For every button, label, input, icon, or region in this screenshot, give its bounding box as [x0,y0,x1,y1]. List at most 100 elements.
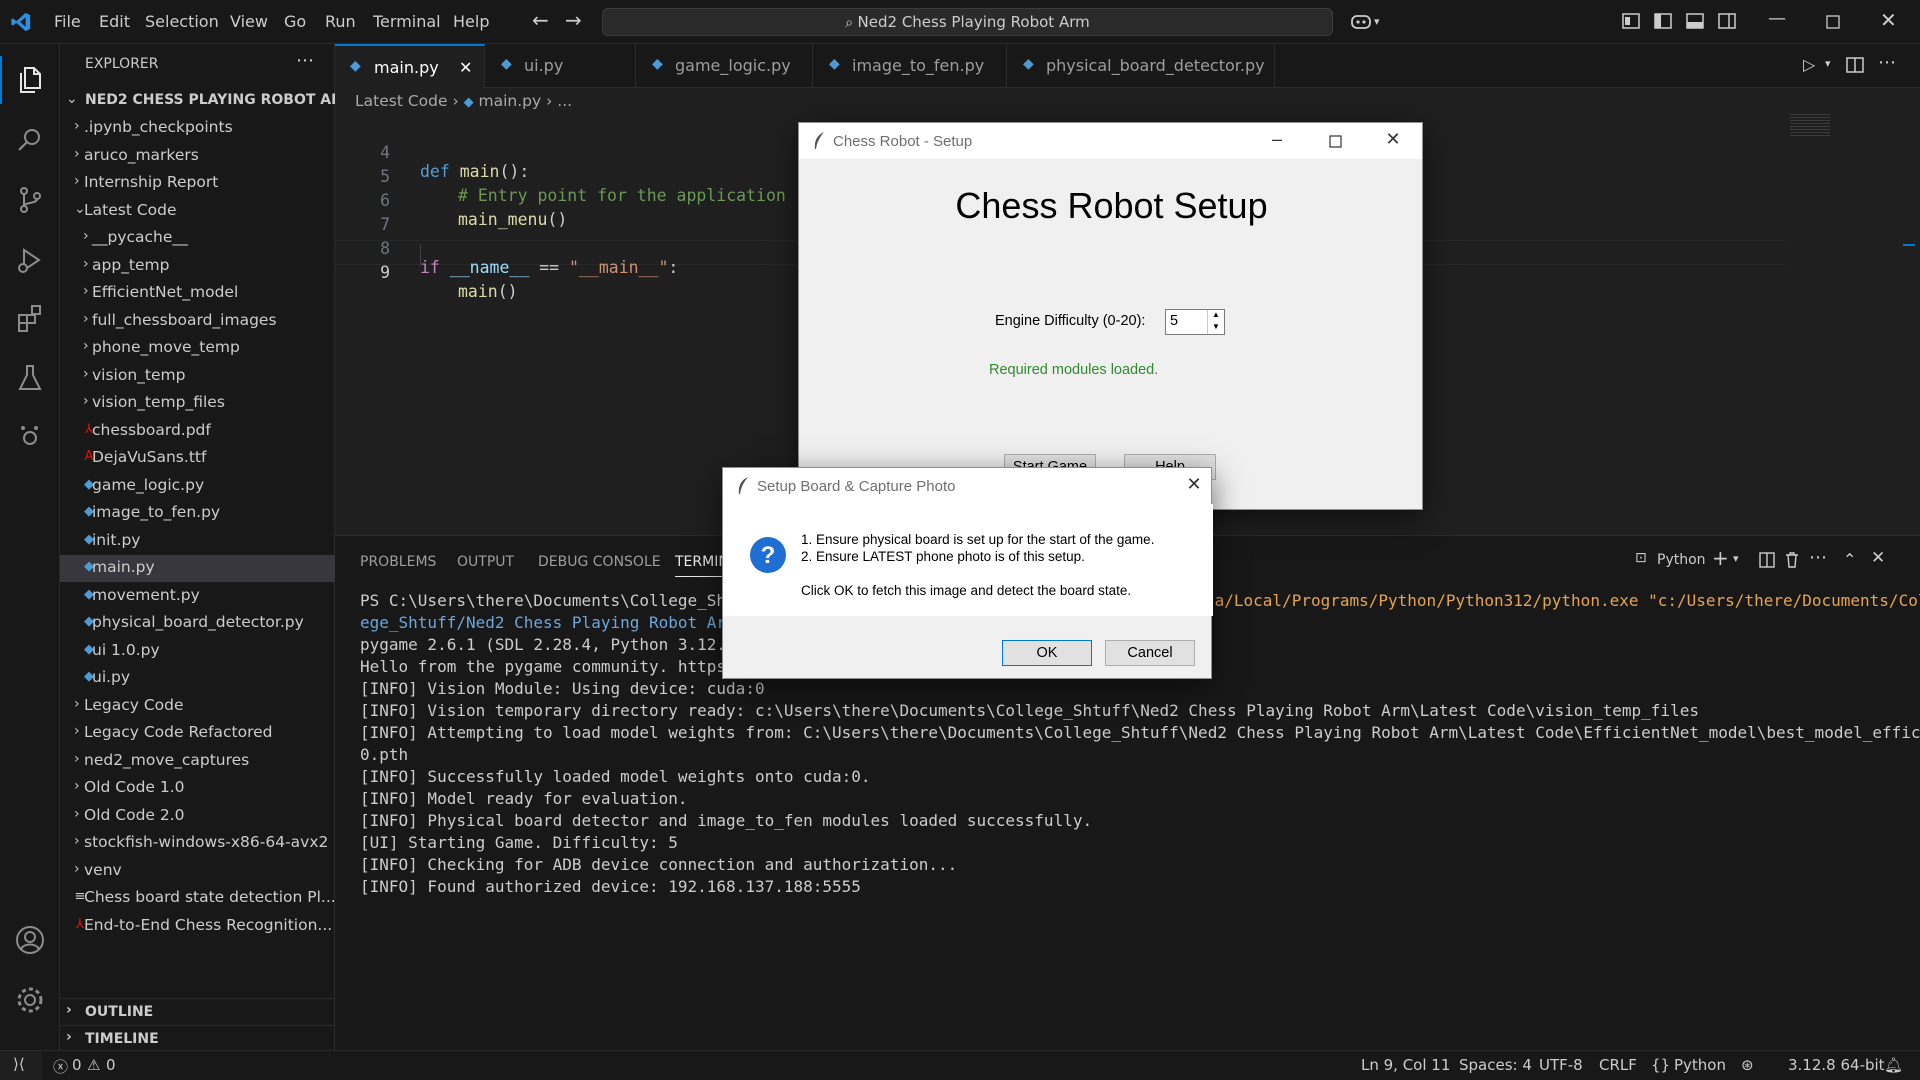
tree-item[interactable]: › ned2_move_captures [60,748,335,775]
tree-item[interactable]: ⌄ Latest Code [60,198,335,225]
tree-item[interactable]: › __pycache__ [60,225,335,252]
cancel-button[interactable]: Cancel [1105,640,1195,666]
menu-file[interactable]: File [54,12,81,31]
capture-dialog-titlebar[interactable]: Setup Board & Capture Photo ✕ [723,468,1211,504]
language-mode[interactable]: Python [1674,1056,1726,1074]
split-terminal-icon[interactable] [1759,552,1775,568]
tab-main-py[interactable]: ◆ main.py ✕ [335,44,485,88]
menu-terminal[interactable]: Terminal [373,12,441,31]
customize-layout-icon[interactable] [1622,13,1640,29]
indentation[interactable]: Spaces: 4 [1459,1056,1532,1074]
tree-item[interactable]: › Internship Report [60,170,335,197]
close-window-icon[interactable]: ✕ [1880,8,1902,32]
tree-item[interactable]: › stockfish-windows-x86-64-avx2 [60,830,335,857]
tree-item[interactable]: ◆ init.py [60,528,335,555]
source-control-icon[interactable] [14,184,46,216]
tab-image-to-fen-py[interactable]: ◆ image_to_fen.py [813,44,1007,88]
close-window-icon[interactable]: ✕ [1381,129,1405,153]
trash-icon[interactable] [1785,551,1799,568]
menu-edit[interactable]: Edit [99,12,130,31]
tab-debug-console[interactable]: DEBUG CONSOLE [538,554,661,570]
error-count[interactable]: 0 [72,1056,82,1074]
tree-item[interactable]: › .ipynb_checkpoints [60,115,335,142]
tree-item[interactable]: ◆ main.py [60,555,335,582]
tab-output[interactable]: OUTPUT [457,554,514,570]
timeline-section[interactable]: › TIMELINE [60,1025,335,1052]
minimize-icon[interactable]: – [1265,129,1289,153]
search-icon[interactable] [14,124,46,156]
copilot-icon[interactable]: ⊛ [1741,1056,1754,1074]
tree-item[interactable]: › phone_move_temp [60,335,335,362]
errors-icon[interactable]: ⓧ [53,1056,68,1077]
explorer-root[interactable]: ⌄ NED2 CHESS PLAYING ROBOT ARM [60,88,335,115]
explorer-files-icon[interactable] [14,64,46,96]
more-actions-icon[interactable]: ⋯ [296,50,314,71]
remote-explorer-icon[interactable] [14,420,46,452]
tab-problems[interactable]: PROBLEMS [360,554,436,570]
toggle-sidebar-icon[interactable] [1654,13,1672,29]
command-center-search[interactable]: ⌕ Ned2 Chess Playing Robot Arm [602,8,1333,36]
tab-physical-board-detector-py[interactable]: ◆ physical_board_detector.py [1007,44,1275,88]
run-debug-icon[interactable] [14,244,46,276]
tree-item[interactable]: ◆ physical_board_detector.py [60,610,335,637]
tree-item[interactable]: ◆ ui.py [60,665,335,692]
minimize-icon[interactable]: — [1768,8,1790,30]
tree-item[interactable]: › Old Code 2.0 [60,803,335,830]
notifications-bell-icon[interactable]: 🔔︎ [1884,1056,1903,1074]
tree-item[interactable]: › Old Code 1.0 [60,775,335,802]
tree-item[interactable]: › vision_temp [60,363,335,390]
maximize-panel-icon[interactable]: ⌃ [1843,550,1856,569]
chevron-down-icon[interactable]: ▾ [1825,57,1831,70]
tree-item[interactable]: ≡ Chess board state detection Pl... [60,885,335,912]
tree-item[interactable]: › Legacy Code Refactored [60,720,335,747]
more-actions-icon[interactable]: ⋯ [1809,547,1827,568]
split-editor-icon[interactable] [1846,57,1864,73]
menu-go[interactable]: Go [284,12,306,31]
tree-item[interactable]: › venv [60,858,335,885]
close-panel-icon[interactable]: ✕ [1871,548,1885,568]
tab-ui-py[interactable]: ◆ ui.py [485,44,636,88]
ok-button[interactable]: OK [1002,640,1092,666]
toggle-panel-icon[interactable] [1686,13,1704,29]
spin-up-icon[interactable]: ▲ [1207,310,1224,322]
minimap[interactable] [1790,114,1830,136]
tree-item[interactable]: › app_temp [60,253,335,280]
settings-gear-icon[interactable] [14,984,46,1016]
menu-help[interactable]: Help [453,12,489,31]
setup-window-titlebar[interactable]: Chess Robot - Setup – ✕ [799,123,1422,159]
tree-item[interactable]: ◆ movement.py [60,583,335,610]
tree-item[interactable]: › vision_temp_files [60,390,335,417]
chevron-down-icon[interactable]: ▾ [1374,15,1396,37]
tree-item[interactable]: ⅄ chessboard.pdf [60,418,335,445]
menu-view[interactable]: View [230,12,268,31]
tree-item[interactable]: A DejaVuSans.ttf [60,445,335,472]
new-terminal-icon[interactable]: + [1712,546,1729,570]
maximize-icon[interactable] [1826,15,1840,29]
warning-count[interactable]: 0 [106,1056,116,1074]
tree-item[interactable]: ◆ image_to_fen.py [60,500,335,527]
menu-run[interactable]: Run [325,12,356,31]
chevron-down-icon[interactable]: ▾ [1733,552,1739,565]
breadcrumb-file[interactable]: main.py [479,92,542,110]
run-file-icon[interactable]: ▷ [1803,55,1815,74]
difficulty-spinbox[interactable]: 5 ▲ ▼ [1165,309,1225,335]
close-tab-icon[interactable]: ✕ [459,58,472,77]
tab-game-logic-py[interactable]: ◆ game_logic.py [636,44,813,88]
breadcrumb-symbol[interactable]: ... [557,92,572,110]
breadcrumb-folder[interactable]: Latest Code [355,92,448,110]
tree-item[interactable]: › EfficientNet_model [60,280,335,307]
python-interpreter[interactable]: 3.12.8 64-bit [1788,1056,1885,1074]
cursor-position[interactable]: Ln 9, Col 11 [1361,1056,1450,1074]
extensions-icon[interactable] [14,302,46,334]
tree-item[interactable]: ⅄ End-to-End Chess Recognition... [60,913,335,940]
toggle-secondary-sidebar-icon[interactable] [1718,13,1736,29]
terminal-shell-label[interactable]: Python [1657,552,1706,568]
back-arrow-icon[interactable]: ← [532,8,554,32]
tree-item[interactable]: › aruco_markers [60,143,335,170]
tree-item[interactable]: › full_chessboard_images [60,308,335,335]
more-actions-icon[interactable]: ⋯ [1878,52,1896,73]
testing-flask-icon[interactable] [14,362,46,394]
encoding[interactable]: UTF-8 [1539,1056,1583,1074]
outline-section[interactable]: › OUTLINE [60,998,335,1025]
menu-selection[interactable]: Selection [145,12,219,31]
